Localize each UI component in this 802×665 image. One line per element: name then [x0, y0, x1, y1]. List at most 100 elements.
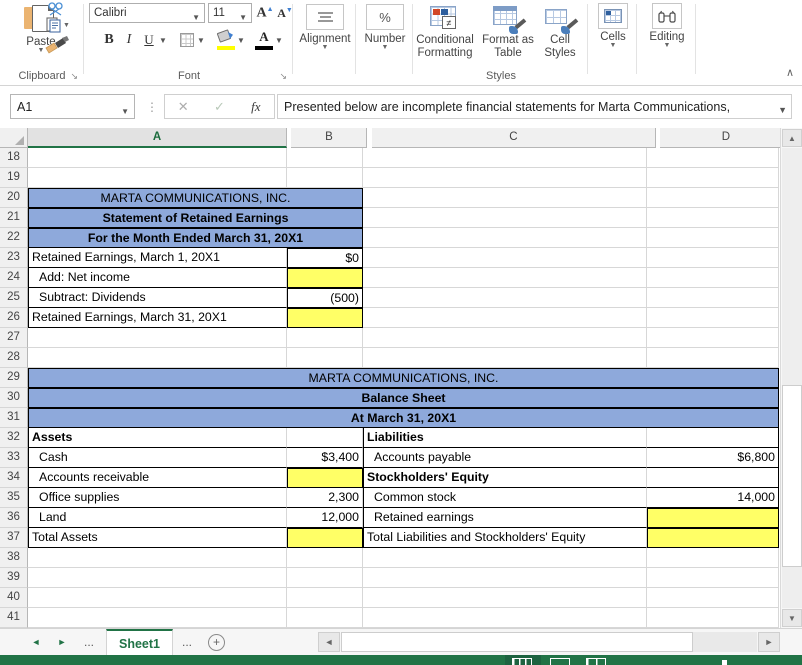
cell-c28[interactable] [363, 348, 647, 368]
name-box[interactable]: A1 ▼ [10, 94, 135, 119]
cell-c37[interactable]: Total Liabilities and Stockholders' Equi… [363, 528, 647, 548]
row-header[interactable]: 32 [0, 428, 28, 448]
cell-d35[interactable]: 14,000 [647, 488, 779, 508]
tab-overflow-left[interactable]: ... [84, 635, 94, 649]
cell-a34[interactable]: Accounts receivable [28, 468, 287, 488]
row-header[interactable]: 24 [0, 268, 28, 288]
clipboard-dialog-launcher[interactable]: ↘ [70, 72, 78, 81]
cell-c23[interactable] [363, 248, 647, 268]
borders-button[interactable] [177, 30, 197, 50]
cell-d21[interactable] [647, 208, 779, 228]
column-header-a[interactable]: A [28, 128, 287, 148]
cell-a23[interactable]: Retained Earnings, March 1, 20X1 [28, 248, 287, 268]
vertical-scroll-thumb[interactable] [782, 385, 802, 567]
cell-d38[interactable] [647, 548, 779, 568]
cell-a24[interactable]: Add: Net income [28, 268, 287, 288]
collapse-ribbon-button[interactable]: ∧ [786, 66, 794, 79]
chevron-down-icon[interactable]: ▼ [121, 103, 129, 121]
cell-a39[interactable] [28, 568, 287, 588]
cell-a29-merged-title[interactable]: MARTA COMMUNICATIONS, INC. [28, 368, 779, 388]
cell-c33[interactable]: Accounts payable [363, 448, 647, 468]
editing-group-button[interactable]: Editing ▼ [638, 2, 696, 49]
add-sheet-button[interactable]: + [208, 634, 225, 651]
row-header[interactable]: 39 [0, 568, 28, 588]
format-as-table-button[interactable]: Format as Table [477, 2, 539, 59]
cell-b24-input[interactable] [287, 268, 363, 288]
cell-d26[interactable] [647, 308, 779, 328]
row-header[interactable]: 30 [0, 388, 28, 408]
select-all-corner[interactable] [0, 128, 28, 148]
vertical-scrollbar[interactable]: ▲ ▼ [780, 128, 802, 628]
cancel-icon[interactable]: ✕ [165, 95, 201, 118]
row-header[interactable]: 20 [0, 188, 28, 208]
cell-b28[interactable] [287, 348, 363, 368]
cell-a21-merged-subtitle[interactable]: Statement of Retained Earnings [28, 208, 363, 228]
tab-overflow-right[interactable]: ... [182, 635, 192, 649]
cell-a33[interactable]: Cash [28, 448, 287, 468]
page-layout-view-icon[interactable] [550, 658, 572, 665]
row-header[interactable]: 37 [0, 528, 28, 548]
cell-c38[interactable] [363, 548, 647, 568]
underline-button[interactable]: U [139, 30, 159, 50]
underline-dropdown-arrow[interactable]: ▼ [159, 36, 167, 45]
next-sheet-button[interactable]: ► [52, 633, 72, 651]
row-header[interactable]: 34 [0, 468, 28, 488]
row-header[interactable]: 25 [0, 288, 28, 308]
cell-b36[interactable]: 12,000 [287, 508, 363, 528]
cell-c24[interactable] [363, 268, 647, 288]
cell-a36[interactable]: Land [28, 508, 287, 528]
cell-c40[interactable] [363, 588, 647, 608]
chevron-down-icon[interactable]: ▼ [192, 10, 200, 25]
expand-formula-bar-icon[interactable]: ▼ [778, 102, 787, 118]
cell-d33[interactable]: $6,800 [647, 448, 779, 468]
font-color-dropdown-arrow[interactable]: ▼ [275, 36, 283, 45]
cell-d28[interactable] [647, 348, 779, 368]
cell-c21[interactable] [363, 208, 647, 228]
cell-c20[interactable] [363, 188, 647, 208]
font-name-combobox[interactable]: Calibri ▼ [89, 3, 205, 23]
font-dialog-launcher[interactable]: ↘ [279, 72, 287, 81]
horizontal-scroll-track[interactable] [341, 632, 757, 652]
cell-d24[interactable] [647, 268, 779, 288]
check-icon[interactable]: ✓ [201, 95, 237, 118]
cell-c27[interactable] [363, 328, 647, 348]
sheet-tab-sheet1[interactable]: Sheet1 [106, 629, 173, 656]
number-group-button[interactable]: % Number ▼ [355, 2, 415, 51]
borders-dropdown-arrow[interactable]: ▼ [197, 36, 205, 45]
cell-a40[interactable] [28, 588, 287, 608]
cut-icon[interactable] [46, 2, 68, 16]
cell-b18[interactable] [287, 148, 363, 168]
cell-c35[interactable]: Common stock [363, 488, 647, 508]
cell-a22-merged-period[interactable]: For the Month Ended March 31, 20X1 [28, 228, 363, 248]
row-header[interactable]: 26 [0, 308, 28, 328]
cell-a25[interactable]: Subtract: Dividends [28, 288, 287, 308]
row-header[interactable]: 41 [0, 608, 28, 628]
row-header[interactable]: 27 [0, 328, 28, 348]
cell-a28[interactable] [28, 348, 287, 368]
cell-b32[interactable] [287, 428, 363, 448]
cell-d36-input[interactable] [647, 508, 779, 528]
cell-b37-input[interactable] [287, 528, 363, 548]
row-header[interactable]: 33 [0, 448, 28, 468]
column-header-b[interactable]: B [291, 128, 368, 148]
cell-d41[interactable] [647, 608, 779, 628]
row-header[interactable]: 23 [0, 248, 28, 268]
zoom-slider-handle[interactable] [722, 660, 727, 665]
alignment-dropdown-arrow[interactable]: ▼ [295, 44, 355, 51]
horizontal-scroll-thumb[interactable] [341, 632, 693, 652]
cell-b41[interactable] [287, 608, 363, 628]
cell-c22[interactable] [363, 228, 647, 248]
cell-c18[interactable] [363, 148, 647, 168]
increase-font-size-button[interactable]: A▲ [255, 3, 275, 23]
row-header[interactable]: 19 [0, 168, 28, 188]
column-header-d[interactable]: D [660, 128, 793, 148]
cell-d18[interactable] [647, 148, 779, 168]
previous-sheet-button[interactable]: ◄ [26, 633, 46, 651]
cell-c26[interactable] [363, 308, 647, 328]
cell-c39[interactable] [363, 568, 647, 588]
cell-a20-merged-title[interactable]: MARTA COMMUNICATIONS, INC. [28, 188, 363, 208]
cell-a31-merged-date[interactable]: At March 31, 20X1 [28, 408, 779, 428]
cell-c32[interactable]: Liabilities [363, 428, 647, 448]
scroll-down-button[interactable]: ▼ [782, 609, 802, 627]
insert-function-icon[interactable]: fx [238, 95, 274, 118]
